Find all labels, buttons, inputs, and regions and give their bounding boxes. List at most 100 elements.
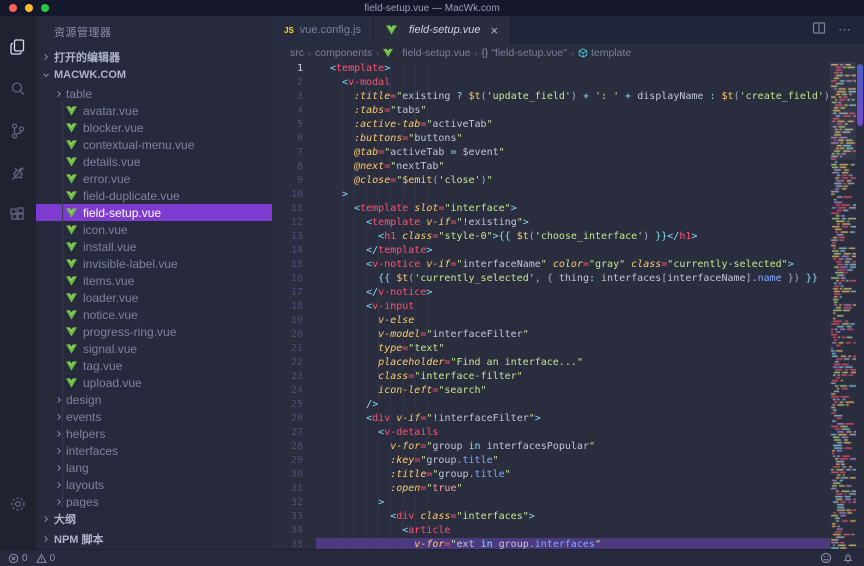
code-line-19[interactable]: v-else bbox=[316, 314, 830, 328]
breadcrumb-label: template bbox=[591, 47, 631, 59]
close-tab-icon[interactable]: × bbox=[491, 24, 499, 37]
sidebar-section-NPM 脚本[interactable]: NPM 脚本 bbox=[36, 529, 272, 549]
tree-item-label: icon.vue bbox=[83, 223, 128, 237]
tree-item-invisible-label-vue[interactable]: invisible-label.vue bbox=[36, 255, 272, 272]
more-actions-icon[interactable]: ⋯ bbox=[838, 22, 852, 38]
code-line-4[interactable]: :tabs="tabs" bbox=[316, 104, 830, 118]
code-line-31[interactable]: :open="true" bbox=[316, 482, 830, 496]
tree-item-signal-vue[interactable]: signal.vue bbox=[36, 340, 272, 357]
tree-item-label: notice.vue bbox=[83, 308, 138, 322]
code-line-21[interactable]: type="text" bbox=[316, 342, 830, 356]
tab-label: vue.config.js bbox=[300, 24, 361, 36]
search-icon[interactable] bbox=[0, 68, 36, 110]
breadcrumb-item-4[interactable]: {}"field-setup.vue" bbox=[482, 47, 567, 59]
code-line-13[interactable]: <h1 class="style-0">{{ $t('choose_interf… bbox=[316, 230, 830, 244]
minimize-window-button[interactable] bbox=[25, 4, 33, 12]
debug-icon[interactable] bbox=[0, 152, 36, 194]
braces-icon: {} bbox=[482, 48, 489, 59]
code-line-8[interactable]: @next="nextTab" bbox=[316, 160, 830, 174]
code-line-25[interactable]: /> bbox=[316, 398, 830, 412]
line-number: 27 bbox=[272, 426, 303, 440]
tree-item-notice-vue[interactable]: notice.vue bbox=[36, 306, 272, 323]
tree-item-table[interactable]: table bbox=[36, 85, 272, 102]
breadcrumb-item-2[interactable]: components bbox=[315, 47, 372, 59]
settings-gear-icon[interactable] bbox=[0, 483, 36, 525]
tree-item-interfaces[interactable]: interfaces bbox=[36, 442, 272, 459]
tree-item-pages[interactable]: pages bbox=[36, 493, 272, 508]
tree-item-label: install.vue bbox=[83, 240, 136, 254]
tab-vue-config-js[interactable]: JSvue.config.js bbox=[272, 16, 374, 44]
line-number: 33 bbox=[272, 510, 303, 524]
split-editor-icon[interactable] bbox=[812, 21, 826, 40]
code-editor[interactable]: 1234567891011121314151617181920212223242… bbox=[272, 62, 864, 549]
code-line-29[interactable]: :key="group.title" bbox=[316, 454, 830, 468]
tree-item-loader-vue[interactable]: loader.vue bbox=[36, 289, 272, 306]
tree-item-events[interactable]: events bbox=[36, 408, 272, 425]
code-line-14[interactable]: </template> bbox=[316, 244, 830, 258]
tree-item-upload-vue[interactable]: upload.vue bbox=[36, 374, 272, 391]
code-line-34[interactable]: <article bbox=[316, 524, 830, 538]
code-line-35[interactable]: v-for="ext in group.interfaces" bbox=[316, 538, 830, 549]
tree-item-install-vue[interactable]: install.vue bbox=[36, 238, 272, 255]
tree-item-details-vue[interactable]: details.vue bbox=[36, 153, 272, 170]
project-root-section[interactable]: MACWK.COM bbox=[36, 66, 272, 84]
explorer-icon[interactable] bbox=[0, 26, 36, 68]
code-line-30[interactable]: :title="group.title" bbox=[316, 468, 830, 482]
code-line-22[interactable]: placeholder="Find an interface..." bbox=[316, 356, 830, 370]
source-control-icon[interactable] bbox=[0, 110, 36, 152]
tree-item-label: details.vue bbox=[83, 155, 140, 169]
code-line-9[interactable]: @close="$emit('close')" bbox=[316, 174, 830, 188]
tree-item-avatar-vue[interactable]: avatar.vue bbox=[36, 102, 272, 119]
tree-item-contextual-menu-vue[interactable]: contextual-menu.vue bbox=[36, 136, 272, 153]
tree-item-design[interactable]: design bbox=[36, 391, 272, 408]
breadcrumb-item-1[interactable]: src bbox=[290, 47, 304, 59]
code-line-12[interactable]: <template v-if="!existing"> bbox=[316, 216, 830, 230]
sidebar-section-大纲[interactable]: 大纲 bbox=[36, 509, 272, 529]
breadcrumb-item-3[interactable]: field-setup.vue bbox=[383, 47, 470, 59]
code-line-11[interactable]: <template slot="interface"> bbox=[316, 202, 830, 216]
tree-item-icon-vue[interactable]: icon.vue bbox=[36, 221, 272, 238]
code-line-27[interactable]: <v-details bbox=[316, 426, 830, 440]
feedback-smiley-icon[interactable] bbox=[820, 552, 832, 564]
code-line-7[interactable]: @tab="activeTab = $event" bbox=[316, 146, 830, 160]
tree-item-blocker-vue[interactable]: blocker.vue bbox=[36, 119, 272, 136]
code-line-33[interactable]: <div class="interfaces"> bbox=[316, 510, 830, 524]
code-content[interactable]: <template> <v-modal :title="existing ? $… bbox=[316, 62, 830, 549]
code-line-10[interactable]: > bbox=[316, 188, 830, 202]
code-line-32[interactable]: > bbox=[316, 496, 830, 510]
code-line-2[interactable]: <v-modal bbox=[316, 76, 830, 90]
code-line-28[interactable]: v-for="group in interfacesPopular" bbox=[316, 440, 830, 454]
tree-item-layouts[interactable]: layouts bbox=[36, 476, 272, 493]
code-line-20[interactable]: v-model="interfaceFilter" bbox=[316, 328, 830, 342]
tree-item-tag-vue[interactable]: tag.vue bbox=[36, 357, 272, 374]
code-line-23[interactable]: class="interface-filter" bbox=[316, 370, 830, 384]
zoom-window-button[interactable] bbox=[41, 4, 49, 12]
code-line-17[interactable]: </v-notice> bbox=[316, 286, 830, 300]
notifications-bell-icon[interactable] bbox=[842, 552, 854, 564]
code-line-24[interactable]: icon-left="search" bbox=[316, 384, 830, 398]
code-line-16[interactable]: {{ $t('currently_selected', { thing: int… bbox=[316, 272, 830, 286]
tree-item-field-duplicate-vue[interactable]: field-duplicate.vue bbox=[36, 187, 272, 204]
close-window-button[interactable] bbox=[9, 4, 17, 12]
tree-item-helpers[interactable]: helpers bbox=[36, 425, 272, 442]
code-line-26[interactable]: <div v-if="!interfaceFilter"> bbox=[316, 412, 830, 426]
tree-item-items-vue[interactable]: items.vue bbox=[36, 272, 272, 289]
open-editors-section[interactable]: 打开的编辑器 bbox=[36, 48, 272, 66]
code-line-6[interactable]: :buttons="buttons" bbox=[316, 132, 830, 146]
tree-item-progress-ring-vue[interactable]: progress-ring.vue bbox=[36, 323, 272, 340]
tab-field-setup-vue[interactable]: field-setup.vue× bbox=[374, 16, 511, 44]
code-line-3[interactable]: :title="existing ? $t('update_field') + … bbox=[316, 90, 830, 104]
scrollbar-thumb[interactable] bbox=[857, 64, 863, 126]
tree-item-field-setup-vue[interactable]: field-setup.vue bbox=[36, 204, 272, 221]
tree-item-error-vue[interactable]: error.vue bbox=[36, 170, 272, 187]
code-line-1[interactable]: <template> bbox=[316, 62, 830, 76]
vue-file-icon bbox=[66, 310, 77, 320]
breadcrumb-item-5[interactable]: template bbox=[578, 47, 631, 59]
code-line-5[interactable]: :active-tab="activeTab" bbox=[316, 118, 830, 132]
problems-indicator[interactable]: 0 0 bbox=[8, 553, 55, 564]
code-line-15[interactable]: <v-notice v-if="interfaceName" color="gr… bbox=[316, 258, 830, 272]
minimap[interactable] bbox=[830, 62, 856, 549]
extensions-icon[interactable] bbox=[0, 194, 36, 236]
tree-item-lang[interactable]: lang bbox=[36, 459, 272, 476]
code-line-18[interactable]: <v-input bbox=[316, 300, 830, 314]
